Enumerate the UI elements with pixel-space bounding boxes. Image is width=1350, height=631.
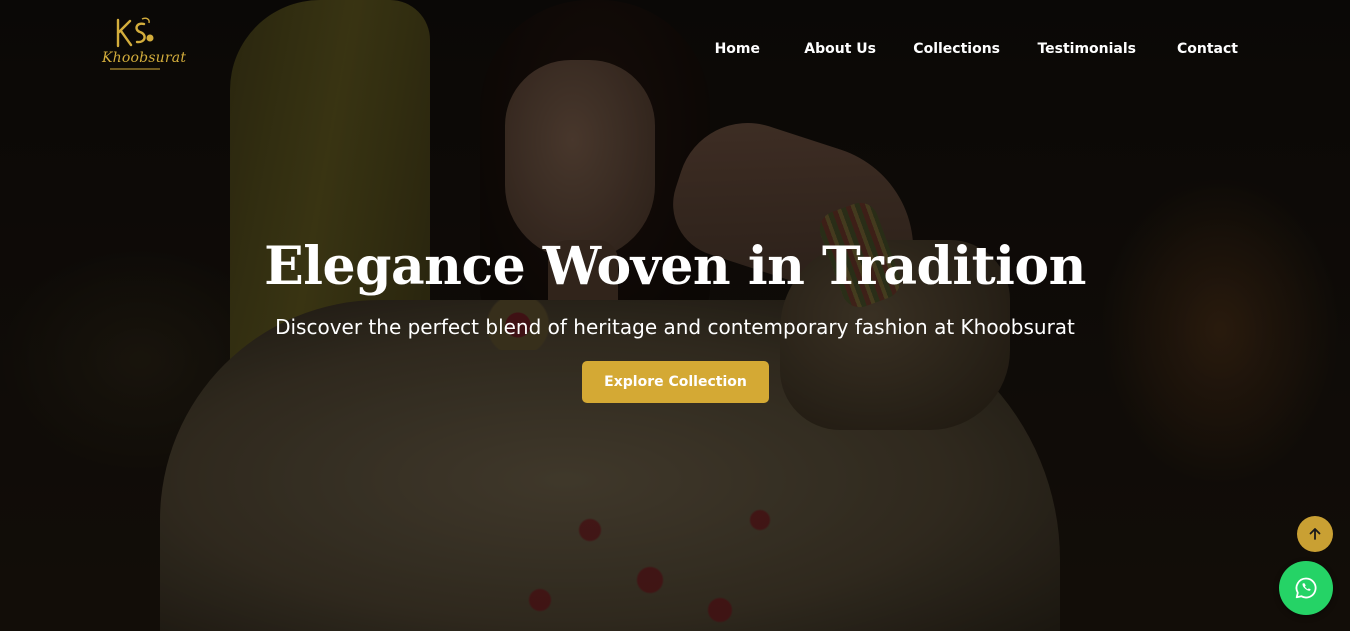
nav-link-about-us[interactable]: About Us — [804, 41, 876, 57]
whatsapp-icon — [1295, 577, 1317, 599]
nav-link-home[interactable]: Home — [715, 41, 760, 57]
scroll-to-top-button[interactable] — [1297, 516, 1333, 552]
logo-monogram-icon — [116, 17, 154, 48]
nav-link-testimonials[interactable]: Testimonials — [1037, 41, 1136, 57]
nav-link-contact[interactable]: Contact — [1177, 41, 1238, 57]
explore-collection-button[interactable]: Explore Collection — [582, 361, 769, 403]
hero-subtitle: Discover the perfect blend of heritage a… — [275, 315, 1075, 339]
arrow-up-icon — [1309, 528, 1321, 540]
logo-wordmark: Khoobsurat — [102, 50, 187, 66]
whatsapp-chat-button[interactable] — [1279, 561, 1333, 615]
nav-link-collections[interactable]: Collections — [913, 41, 1000, 57]
brand-logo[interactable]: Khoobsurat — [96, 14, 186, 72]
hero-title: Elegance Woven in Tradition — [264, 236, 1086, 297]
